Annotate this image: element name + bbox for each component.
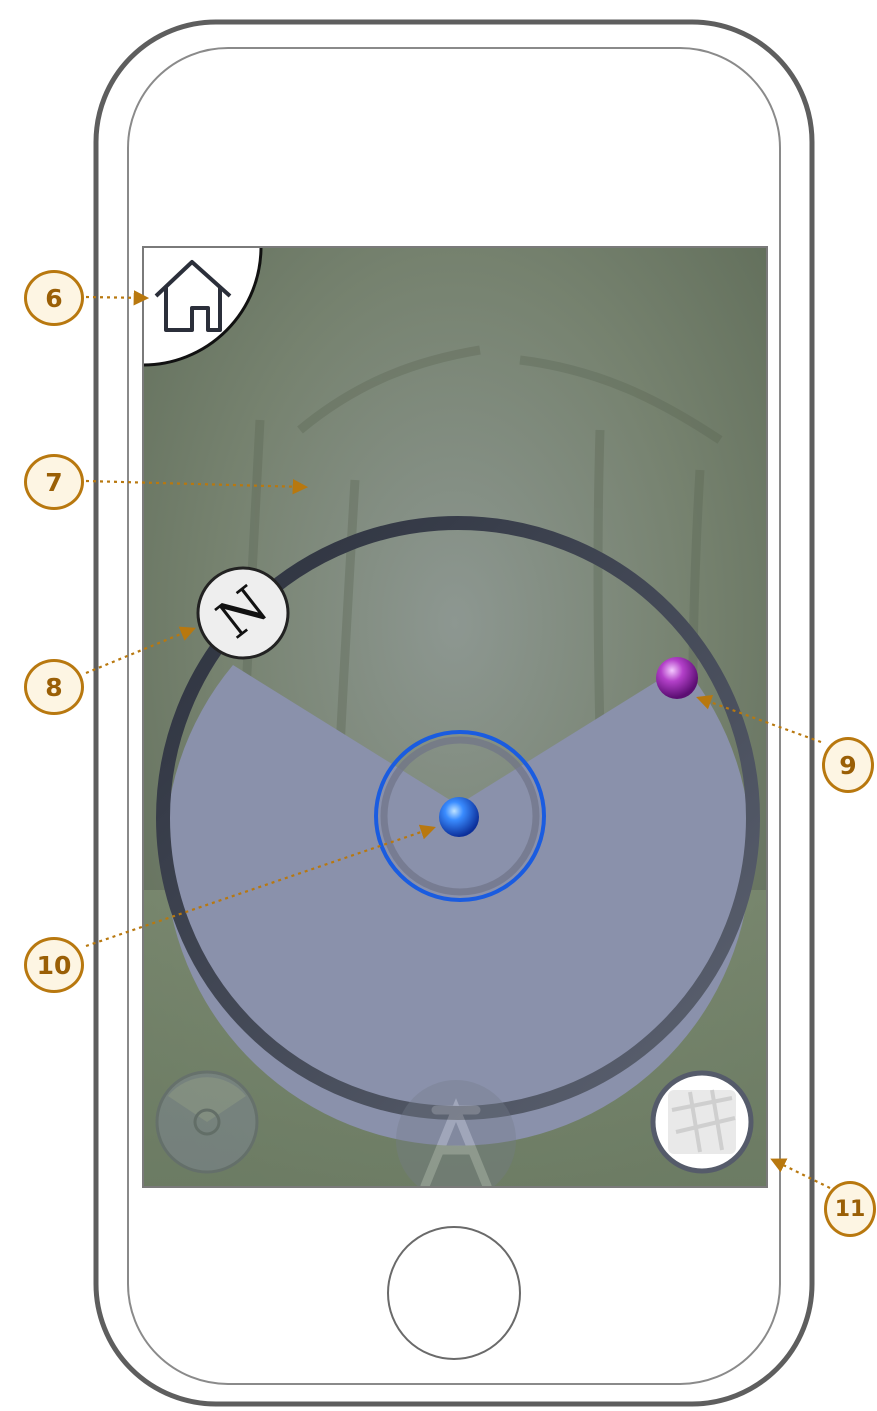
map-mode-button[interactable] [650,1070,754,1174]
compass-north-button[interactable]: N [196,566,290,660]
callout-11: 11 [824,1181,876,1237]
callout-6: 6 [24,270,84,326]
wireframe-canvas: N [85,19,831,1407]
callout-9: 9 [822,737,874,793]
device-home-button[interactable] [387,1226,521,1360]
callout-10: 10 [24,937,84,993]
user-location-dot [439,797,479,837]
target-marker[interactable] [656,657,698,699]
callout-7: 7 [24,454,84,510]
map-thumbnail-icon [668,1089,736,1154]
leader-6 [85,290,150,306]
callout-8: 8 [24,659,84,715]
radar-mode-button[interactable] [155,1070,259,1174]
tower-mode-button[interactable] [396,1080,516,1200]
